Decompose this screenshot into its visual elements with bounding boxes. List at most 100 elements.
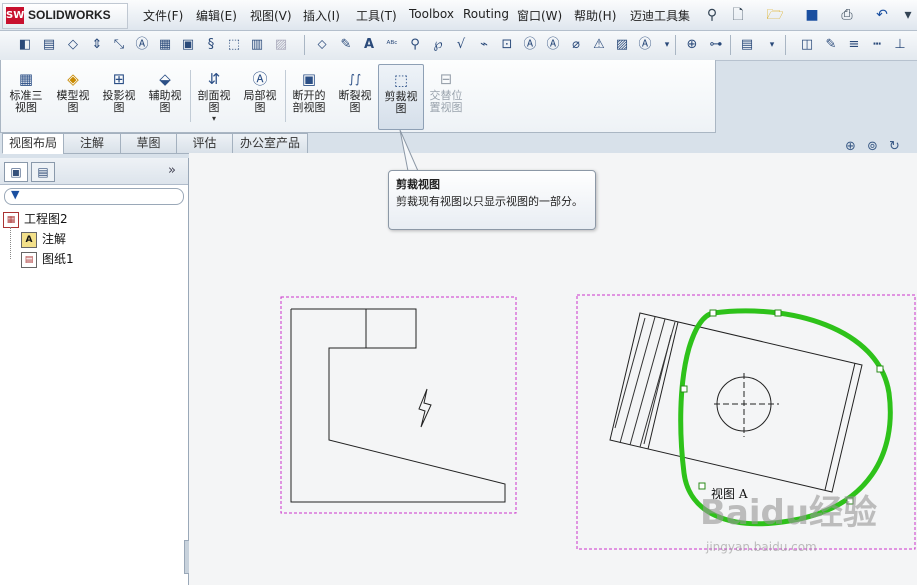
menu-edit[interactable]: 编辑(E) xyxy=(196,7,237,24)
datum-target-icon[interactable]: Ⓐ xyxy=(544,36,562,54)
tree-root[interactable]: ▦ 工程图2 xyxy=(3,210,68,228)
projected-view-icon[interactable]: ◇ xyxy=(64,36,82,54)
surface-finish-icon[interactable]: √ xyxy=(452,36,470,54)
disabled-tool-icon: ▨ xyxy=(274,37,288,52)
break-view-button[interactable]: ∫∫ 断裂视 图 xyxy=(333,64,377,128)
menu-file[interactable]: 文件(F) xyxy=(143,7,183,24)
broken-out-section-button[interactable]: ▣ 断开的 剖视图 xyxy=(287,64,331,128)
tooltip-body: 剪裁现有视图以只显示视图的一部分。 xyxy=(396,195,583,208)
line-color-icon[interactable]: ✎ xyxy=(822,36,840,54)
model-view-icon: ◈ xyxy=(67,70,79,88)
balloon-icon[interactable]: ⚲ xyxy=(406,36,424,54)
section-icon[interactable]: ⇕ xyxy=(88,36,106,54)
open-folder-icon[interactable]: 🗁 xyxy=(766,6,784,24)
drawing-icon[interactable]: ◧ xyxy=(16,36,34,54)
undo-icon[interactable]: ↶ xyxy=(873,6,891,24)
broken-view-icon[interactable]: ▣ xyxy=(179,36,197,54)
tree-filter-input[interactable]: ▼ xyxy=(4,188,184,205)
aligned-section-icon[interactable]: ⤡ xyxy=(110,36,128,54)
sheet-icon: ▤ xyxy=(21,251,37,268)
tab-annotation[interactable]: 注解 xyxy=(63,133,121,154)
crop-view-icon: ⬚ xyxy=(393,71,409,89)
menu-insert[interactable]: 插入(I) xyxy=(303,7,340,24)
model-view-icon[interactable]: ▤ xyxy=(40,36,58,54)
menu-toolbox[interactable]: Toolbox xyxy=(409,7,454,21)
baidu-watermark: Baidu经验 xyxy=(700,493,878,533)
line-thickness-icon[interactable]: ≡ xyxy=(845,36,863,54)
pin-icon[interactable]: ⚲ xyxy=(703,6,721,24)
alternate-position-view-label: 交替位 置视图 xyxy=(429,89,463,114)
menu-bar: SW SOLIDWORKS 文件(F) 编辑(E) 视图(V) 插入(I) 工具… xyxy=(0,0,917,31)
revision-symbol-icon[interactable]: ⚠ xyxy=(590,36,608,54)
menu-routing[interactable]: Routing xyxy=(463,7,509,21)
block-dropdown-icon[interactable]: ▾ xyxy=(658,36,676,54)
property-manager-tab-icon[interactable]: ▤ xyxy=(31,162,55,182)
model-view-button[interactable]: ◈ 模型视 图 xyxy=(51,64,95,128)
tree-item-annotations[interactable]: A 注解 xyxy=(21,230,66,248)
redo-icon[interactable]: ▾ xyxy=(899,6,917,24)
left-view-geometry xyxy=(290,308,506,503)
crop-icon[interactable]: ⬚ xyxy=(225,36,243,54)
layer-icon[interactable]: ◫ xyxy=(798,36,816,54)
tab-office-products[interactable]: 办公室产品 xyxy=(232,133,308,154)
print-icon[interactable]: ⎙ xyxy=(838,6,856,24)
smart-dimension-icon[interactable]: ⬦ xyxy=(313,36,331,54)
section-view-button[interactable]: ⇵ 剖面视 图 ▾ xyxy=(192,64,236,128)
solidworks-logo[interactable]: SW SOLIDWORKS xyxy=(2,3,128,29)
toolbar-separator xyxy=(730,35,731,55)
datum-feature-icon[interactable]: Ⓐ xyxy=(521,36,539,54)
expand-panel-icon[interactable]: » xyxy=(168,163,176,178)
auxiliary-view-icon: ⬙ xyxy=(159,70,171,88)
detail-icon[interactable]: Ⓐ xyxy=(133,36,151,54)
standard-3-view-button[interactable]: ▦ 标准三 视图 xyxy=(4,64,48,128)
panel-header: ▣ ▤ » xyxy=(0,158,188,185)
hide-edge-icon[interactable]: ⊥ xyxy=(891,36,909,54)
break-icon[interactable]: § xyxy=(202,36,220,54)
menu-help[interactable]: 帮助(H) xyxy=(574,7,616,24)
menu-view[interactable]: 视图(V) xyxy=(250,7,292,24)
feature-tree-tab-icon[interactable]: ▣ xyxy=(4,162,28,182)
right-view-geometry xyxy=(609,312,863,493)
crop-view-button[interactable]: ⬚ 剪裁视 图 xyxy=(378,64,424,130)
projected-view-label: 投影视 图 xyxy=(102,89,136,114)
auto-balloon-icon[interactable]: ℘ xyxy=(429,36,447,54)
left-view-boundary[interactable] xyxy=(280,296,517,514)
zoom-to-fit-icon[interactable]: ⊕ xyxy=(845,139,856,154)
model-items-icon[interactable]: ✎ xyxy=(337,36,355,54)
feature-manager-panel: ▣ ▤ » ▼ ▦ 工程图2 A 注解 ▤ 图纸1 xyxy=(0,158,192,585)
section-dropdown-icon[interactable]: ▾ xyxy=(192,114,236,123)
tab-view-layout[interactable]: 视图布局 xyxy=(2,133,64,154)
area-hatch-icon[interactable]: ▨ xyxy=(613,36,631,54)
table-dropdown-icon[interactable]: ▾ xyxy=(763,36,781,54)
line-style-icon[interactable]: ┅ xyxy=(868,36,886,54)
command-separator xyxy=(190,70,191,122)
tab-evaluate[interactable]: 评估 xyxy=(176,133,233,154)
save-icon[interactable]: ■ xyxy=(803,6,821,24)
table-icon[interactable]: ▤ xyxy=(738,36,756,54)
detail-view-label: 局部视 图 xyxy=(243,89,277,114)
center-mark-icon[interactable]: ⊕ xyxy=(683,36,701,54)
baidu-watermark-url: jingyan.baidu.com xyxy=(706,540,817,554)
geometric-tolerance-icon[interactable]: ⌀ xyxy=(567,36,585,54)
menu-maidi-tools[interactable]: 迈迪工具集 xyxy=(630,7,690,24)
zoom-area-icon[interactable]: ⊚ xyxy=(867,139,878,154)
detail-view-button[interactable]: Ⓐ 局部视 图 xyxy=(238,64,282,128)
alt-position-icon[interactable]: ▥ xyxy=(248,36,266,54)
hole-callout-icon[interactable]: ⊡ xyxy=(498,36,516,54)
section-view-icon: ⇵ xyxy=(207,70,221,88)
projected-view-button[interactable]: ⊞ 投影视 图 xyxy=(97,64,141,128)
block-icon[interactable]: Ⓐ xyxy=(636,36,654,54)
previous-view-icon[interactable]: ↻ xyxy=(889,139,900,154)
spell-check-icon[interactable]: ᴬᴮᶜ xyxy=(383,36,401,54)
note-icon[interactable]: A xyxy=(360,36,378,54)
centerline-icon[interactable]: ⊶ xyxy=(707,36,725,54)
tree-item-sheet1[interactable]: ▤ 图纸1 xyxy=(21,250,74,268)
menu-window[interactable]: 窗口(W) xyxy=(517,7,562,24)
tab-sketch[interactable]: 草图 xyxy=(120,133,177,154)
menu-tools[interactable]: 工具(T) xyxy=(356,7,397,24)
weld-symbol-icon[interactable]: ⌁ xyxy=(475,36,493,54)
auxiliary-view-button[interactable]: ⬙ 辅助视 图 xyxy=(143,64,187,128)
toolbar-separator xyxy=(304,35,305,55)
new-document-icon[interactable]: 🗋 xyxy=(729,6,747,24)
standard-views-icon[interactable]: ▦ xyxy=(156,36,174,54)
